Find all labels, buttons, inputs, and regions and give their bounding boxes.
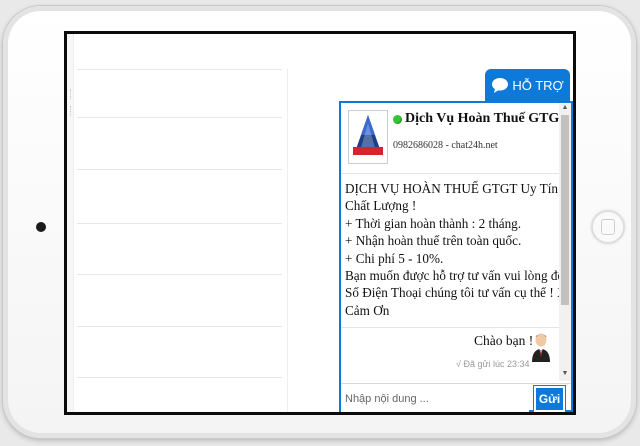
web-page: HỖ TRỢ Dịch Vụ Hoàn Thuế GTGT 0982686028…	[67, 34, 573, 412]
edge-marker	[70, 89, 73, 99]
agent-name: Dịch Vụ Hoàn Thuế GTGT	[405, 111, 559, 126]
sent-status: √ Đã gửi lúc 23:34	[456, 359, 530, 369]
send-button[interactable]: Gửi	[533, 385, 566, 412]
support-tab-label: HỖ TRỢ	[512, 78, 564, 93]
content-divider	[77, 69, 282, 70]
scrollbar-thumb[interactable]	[561, 115, 569, 305]
chat-bubble-icon	[492, 78, 509, 93]
message-line: DỊCH VỤ HOÀN THUẾ GTGT Uy Tín -	[345, 181, 559, 196]
message-line: + Thời gian hoàn thành : 2 tháng.	[345, 215, 522, 231]
chat-input-row: Gửi	[341, 383, 571, 412]
message-input[interactable]	[341, 384, 529, 412]
page-edge-panel	[67, 34, 74, 412]
scroll-up-icon[interactable]: ▲	[559, 103, 571, 111]
scroll-down-icon[interactable]: ▼	[559, 369, 571, 377]
content-divider	[77, 117, 282, 118]
agent-phone: 0982686028 - chat24h.net	[393, 140, 498, 151]
home-button-icon	[601, 219, 615, 235]
welcome-message: DỊCH VỤ HOÀN THUẾ GTGT Uy Tín - Chất Lượ…	[345, 180, 559, 319]
chat-messages: Dịch Vụ Hoàn Thuế GTGT 0982686028 - chat…	[341, 103, 559, 381]
content-divider	[77, 223, 282, 224]
content-divider	[77, 169, 282, 170]
edge-marker	[70, 106, 73, 116]
tablet-screen: HỖ TRỢ Dịch Vụ Hoàn Thuế GTGT 0982686028…	[64, 31, 576, 415]
message-line: Số Điện Thoại chúng tôi tư vấn cụ thể ! …	[345, 285, 559, 301]
message-line: Chất Lượng !	[345, 198, 417, 214]
chat-scrollbar[interactable]: ▲ ▼	[559, 103, 571, 381]
home-button[interactable]	[591, 210, 625, 244]
message-line: Cảm Ơn	[345, 302, 390, 318]
message-divider	[341, 327, 559, 328]
message-line: Bạn muốn được hỗ trợ tư vấn vui lòng để …	[345, 268, 559, 284]
content-divider	[77, 326, 282, 327]
content-divider	[77, 274, 282, 275]
content-divider	[77, 377, 282, 378]
column-divider	[287, 69, 288, 412]
message-line: + Chi phí 5 - 10%.	[345, 250, 444, 266]
agent-card: Dịch Vụ Hoàn Thuế GTGT 0982686028 - chat…	[341, 103, 559, 174]
chat-box: Dịch Vụ Hoàn Thuế GTGT 0982686028 - chat…	[339, 101, 573, 412]
support-tab[interactable]: HỖ TRỢ	[485, 69, 570, 102]
company-logo	[348, 110, 388, 164]
agent-avatar-icon	[532, 333, 550, 362]
message-line: + Nhận hoàn thuế trên toàn quốc.	[345, 233, 522, 249]
reply-message: Chào bạn !	[474, 333, 534, 348]
online-status-icon	[393, 115, 402, 124]
camera-icon	[36, 222, 46, 232]
